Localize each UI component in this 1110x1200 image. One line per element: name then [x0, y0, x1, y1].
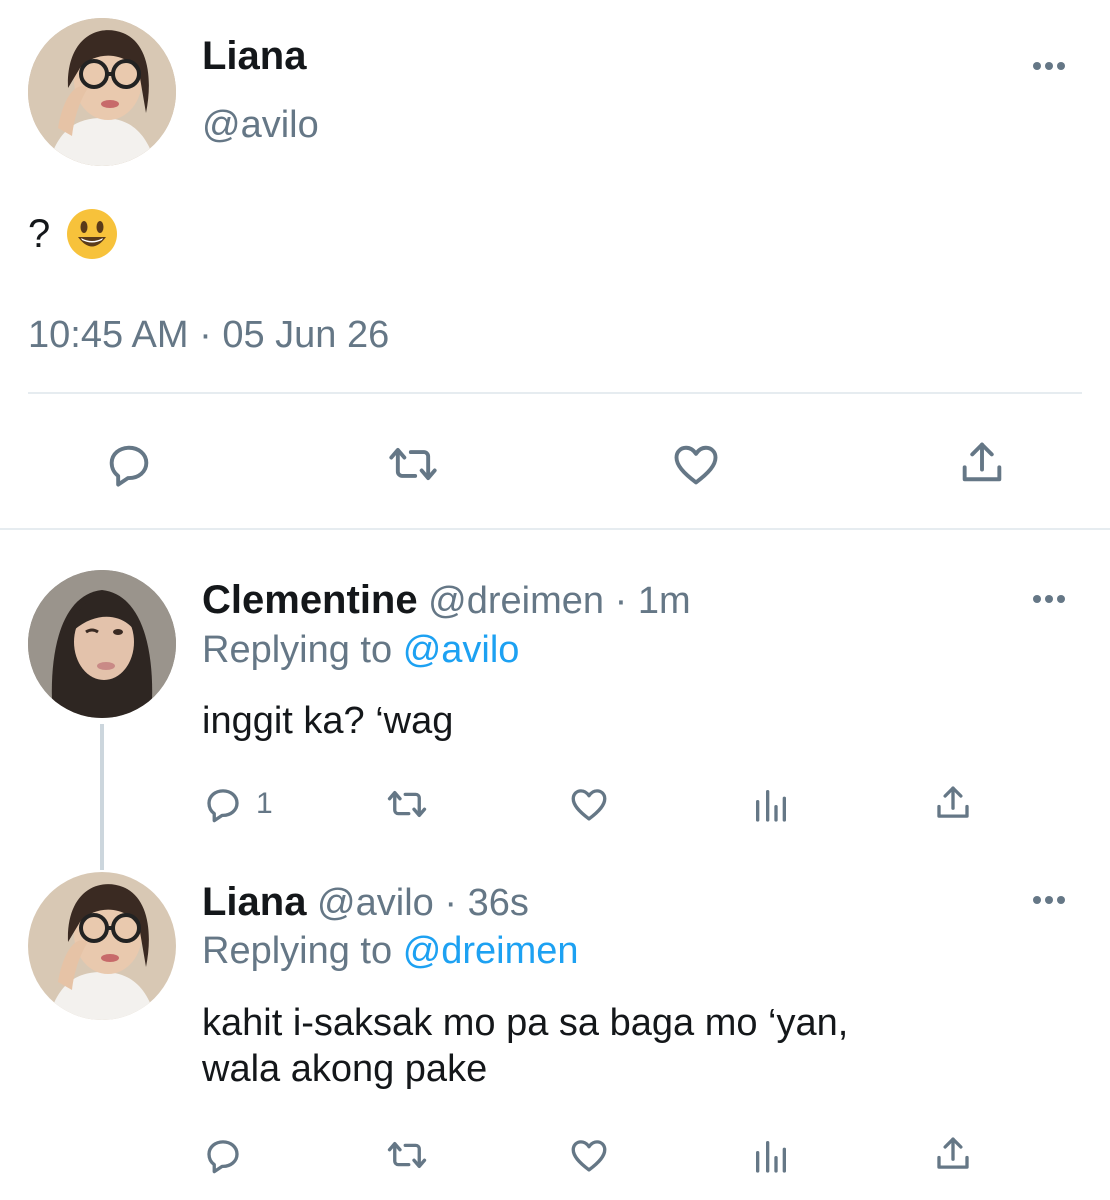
- divider: [0, 528, 1110, 530]
- more-options-icon[interactable]: [1033, 595, 1065, 603]
- reply-author-handle[interactable]: @dreimen: [428, 580, 604, 622]
- author-name[interactable]: Liana: [202, 34, 306, 79]
- author-handle[interactable]: @avilo: [202, 104, 319, 147]
- replying-to: Replying to @avilo: [202, 629, 519, 672]
- reply-count: 1: [256, 787, 273, 820]
- reply-text: inggit ka? ‘wag: [202, 700, 454, 742]
- replying-prefix: Replying to: [202, 629, 393, 671]
- smiley-emoji-icon: [66, 208, 118, 260]
- analytics-icon: [756, 1141, 786, 1173]
- reply-author-name[interactable]: Clementine: [202, 578, 418, 622]
- avatar-liana[interactable]: [28, 18, 176, 166]
- divider: [28, 392, 1082, 394]
- avatar-liana[interactable]: [28, 872, 176, 1020]
- reply-icon: [207, 1140, 239, 1174]
- replying-prefix: Replying to: [202, 930, 393, 972]
- retweet-icon: [387, 1141, 427, 1169]
- retweet-icon: [389, 447, 437, 481]
- reply-text-line: wala akong pake: [202, 1048, 488, 1090]
- replying-to: Replying to @dreimen: [202, 930, 579, 973]
- separator: ·: [444, 882, 457, 924]
- reply-author-name[interactable]: Liana: [202, 880, 306, 924]
- replying-to-link[interactable]: @dreimen: [403, 930, 579, 972]
- share-button[interactable]: [932, 1132, 974, 1176]
- tweet-timestamp[interactable]: 10:45 AM · 05 Jun 26: [28, 314, 389, 357]
- separator: ·: [614, 580, 628, 622]
- like-icon: [571, 789, 607, 821]
- reply-header: Clementine @dreimen · 1m: [202, 578, 691, 623]
- reply-icon: [109, 445, 149, 487]
- tweet-text-content: ?: [28, 211, 51, 256]
- reply-header: Liana @avilo · 36s: [202, 880, 529, 925]
- reply-button[interactable]: 1: [202, 783, 273, 825]
- analytics-button[interactable]: [751, 785, 791, 825]
- more-options-icon[interactable]: [1033, 896, 1065, 904]
- retweet-button[interactable]: [382, 438, 444, 490]
- replying-to-link[interactable]: @avilo: [403, 629, 520, 671]
- thread-line: [100, 724, 104, 870]
- more-options-icon[interactable]: [1033, 62, 1065, 70]
- retweet-button[interactable]: [382, 783, 432, 825]
- share-icon: [937, 1137, 969, 1169]
- like-icon: [571, 1140, 607, 1172]
- retweet-button[interactable]: [382, 1134, 432, 1176]
- reply-button[interactable]: [103, 438, 155, 490]
- reply-author-handle[interactable]: @avilo: [317, 882, 434, 924]
- share-icon: [962, 442, 1002, 482]
- reply-text: kahit i-saksak mo pa sa baga mo ‘yan, wa…: [202, 1000, 848, 1092]
- retweet-icon: [387, 790, 427, 818]
- avatar-clementine[interactable]: [28, 570, 176, 718]
- like-button[interactable]: [669, 438, 723, 490]
- tweet-text: ?: [28, 208, 118, 260]
- reply-icon: [207, 789, 239, 823]
- like-button[interactable]: [567, 1134, 611, 1176]
- reply-button[interactable]: [202, 1134, 244, 1176]
- like-icon: [674, 445, 718, 485]
- analytics-icon: [756, 790, 786, 822]
- reply-time[interactable]: 36s: [468, 882, 529, 924]
- share-button[interactable]: [932, 781, 974, 825]
- like-button[interactable]: [567, 783, 611, 825]
- reply-text-line: kahit i-saksak mo pa sa baga mo ‘yan,: [202, 1002, 849, 1044]
- analytics-button[interactable]: [751, 1136, 791, 1176]
- share-button[interactable]: [956, 436, 1008, 490]
- reply-time[interactable]: 1m: [638, 580, 691, 622]
- share-icon: [937, 786, 969, 818]
